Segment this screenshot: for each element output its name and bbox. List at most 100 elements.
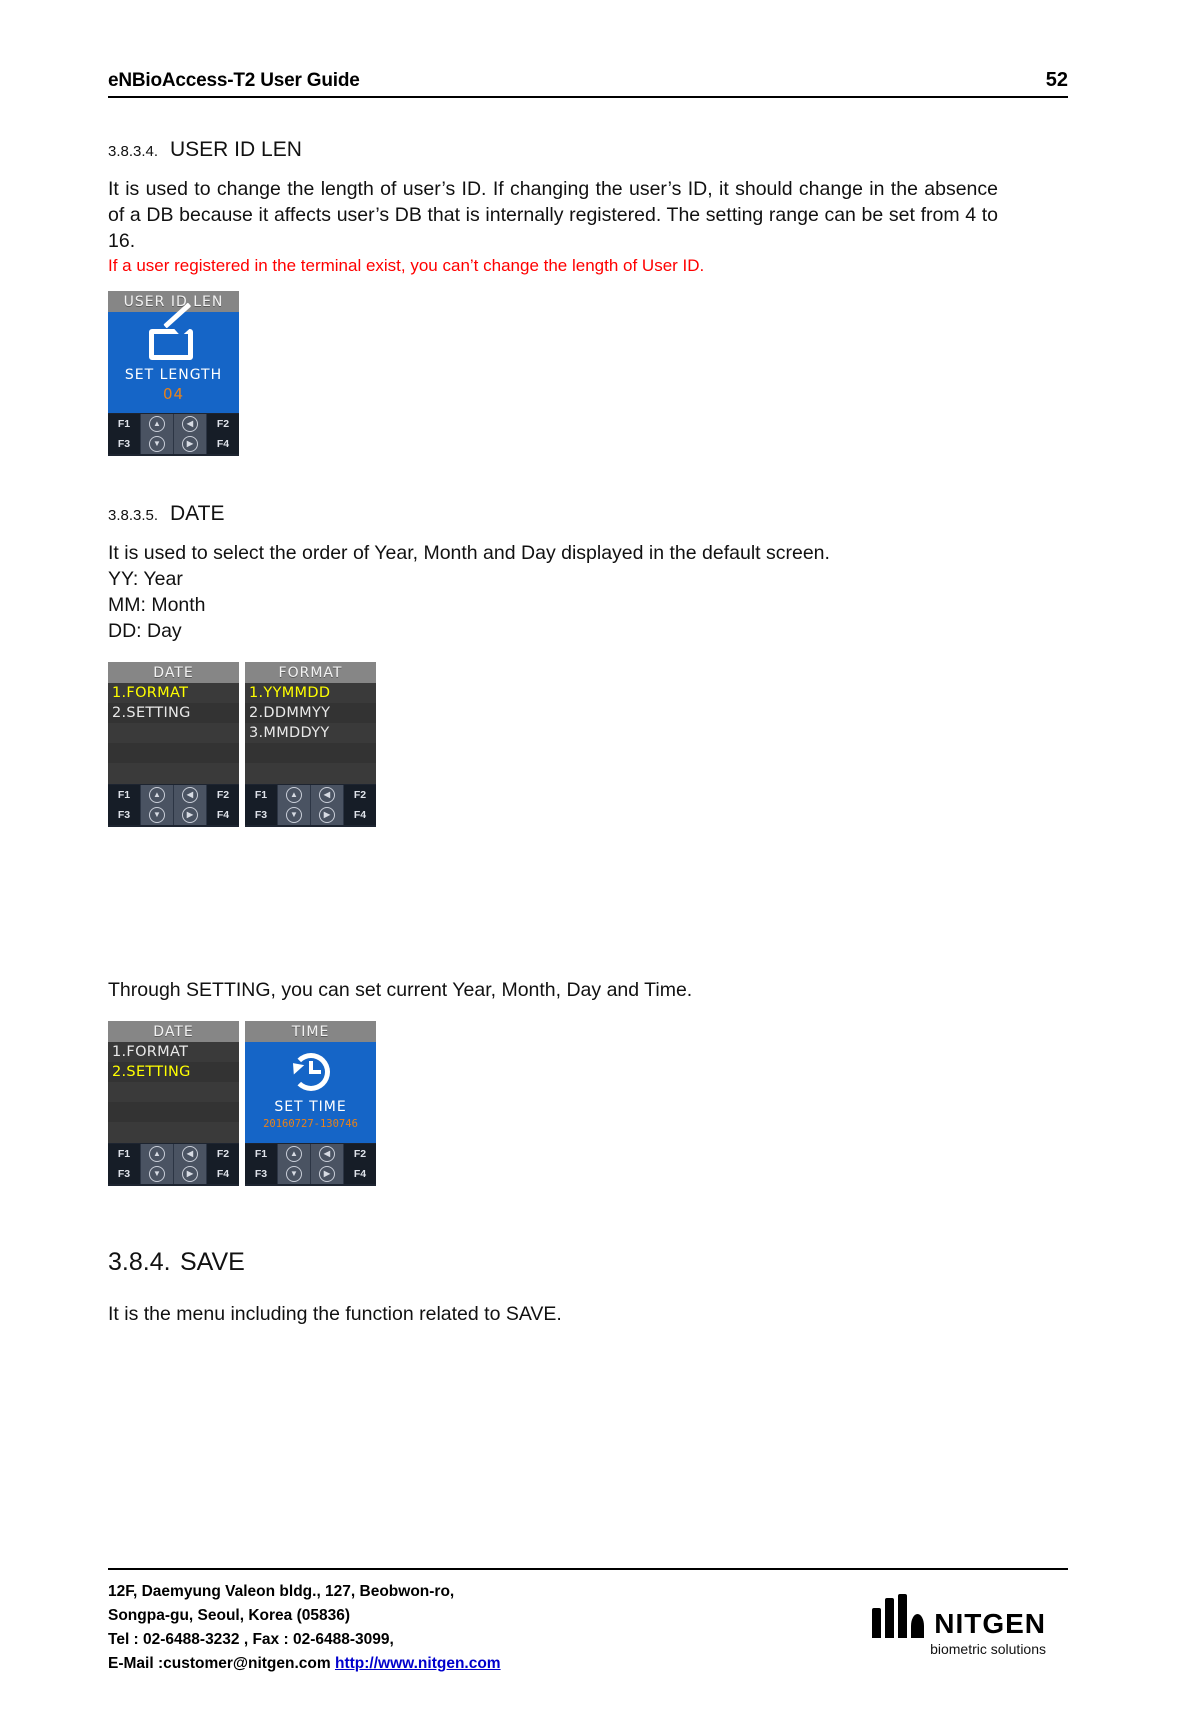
key-f4[interactable]: F4 [207, 434, 239, 454]
device-screen-date-menu-setting: DATE 1.FORMAT 2.SETTING F1 ▲ ◀ F2 F3 ▼ ▶… [108, 1021, 239, 1186]
keypad-row-top: F1 ▲ ◀ F2 [108, 1144, 239, 1164]
device-caption: SET TIME [274, 1099, 347, 1115]
heading-text: SAVE [180, 1248, 245, 1276]
device-screen-time: TIME SET TIME 20160727-130746 F1 ▲ ◀ F2 … [245, 1021, 376, 1186]
menu-item-yymmdd[interactable]: 1.YYMMDD [245, 683, 376, 703]
date-legend: YY: Year MM: Month DD: Day [108, 566, 1068, 644]
key-up-arrow[interactable]: ▲ [141, 414, 174, 434]
device-value: 20160727-130746 [263, 1118, 358, 1130]
document-title: eNBioAccess-T2 User Guide [108, 70, 360, 91]
key-f1[interactable]: F1 [245, 1144, 278, 1164]
footer-website-link[interactable]: http://www.nitgen.com [335, 1655, 501, 1672]
heading-number: 3.8.3.5. [108, 507, 159, 524]
device-body: SET TIME 20160727-130746 [245, 1042, 376, 1143]
warning-user-id-len: If a user registered in the terminal exi… [108, 256, 705, 275]
menu-item-format[interactable]: 1.FORMAT [108, 1042, 239, 1062]
heading-number: 3.8.4. [108, 1248, 171, 1276]
heading-save: 3.8.4. SAVE [108, 1248, 1068, 1277]
legend-dd: DD: Day [108, 620, 182, 642]
key-f3[interactable]: F3 [108, 1164, 141, 1184]
menu-item-setting[interactable]: 2.SETTING [108, 703, 239, 723]
menu-item-empty [245, 763, 376, 783]
page-header: eNBioAccess-T2 User Guide 52 [108, 52, 1068, 98]
key-left-arrow[interactable]: ◀ [174, 414, 207, 434]
key-f3[interactable]: F3 [108, 434, 141, 454]
menu-item-empty [245, 743, 376, 763]
key-f1[interactable]: F1 [108, 1144, 141, 1164]
paragraph-user-id-len: It is used to change the length of user’… [108, 178, 998, 252]
key-right-arrow[interactable]: ▶ [311, 805, 344, 825]
key-right-arrow[interactable]: ▶ [174, 1164, 207, 1184]
device-title: USER ID LEN [108, 291, 239, 312]
key-down-arrow[interactable]: ▼ [278, 1164, 311, 1184]
key-right-arrow[interactable]: ▶ [174, 805, 207, 825]
paragraph-save: It is the menu including the function re… [108, 1303, 562, 1325]
key-up-arrow[interactable]: ▲ [278, 785, 311, 805]
key-left-arrow[interactable]: ◀ [311, 785, 344, 805]
keypad-row-top: F1 ▲ ◀ F2 [245, 1144, 376, 1164]
key-f1[interactable]: F1 [245, 785, 278, 805]
legend-mm: MM: Month [108, 594, 206, 616]
screenshot-group-user-id-len: USER ID LEN SET LENGTH 04 F1 ▲ ◀ F2 F3 ▼… [108, 291, 1068, 456]
menu-item-setting[interactable]: 2.SETTING [108, 1062, 239, 1082]
key-up-arrow[interactable]: ▲ [141, 1144, 174, 1164]
nitgen-mark-icon [872, 1594, 926, 1638]
logo-tagline: biometric solutions [930, 1641, 1046, 1657]
key-f2[interactable]: F2 [207, 414, 239, 434]
paragraph-setting: Through SETTING, you can set current Yea… [108, 979, 693, 1001]
device-body: SET LENGTH 04 [108, 302, 239, 413]
device-value: 04 [162, 385, 185, 403]
heading-date: 3.8.3.5. DATE [108, 502, 1068, 526]
device-body: 1.YYMMDD 2.DDMMYY 3.MMDDYY [245, 683, 376, 784]
key-f2[interactable]: F2 [207, 1144, 239, 1164]
device-keypad[interactable]: F1 ▲ ◀ F2 F3 ▼ ▶ F4 [245, 784, 376, 827]
heading-user-id-len: 3.8.3.4. USER ID LEN [108, 138, 1068, 162]
key-f2[interactable]: F2 [344, 1144, 376, 1164]
key-f3[interactable]: F3 [245, 1164, 278, 1184]
key-f4[interactable]: F4 [344, 805, 376, 825]
menu-item-mmddyy[interactable]: 3.MMDDYY [245, 723, 376, 743]
keypad-row-bottom: F3 ▼ ▶ F4 [108, 1164, 239, 1184]
footer-line-4: E-Mail :customer@nitgen.com http://www.n… [108, 1652, 501, 1676]
device-keypad[interactable]: F1 ▲ ◀ F2 F3 ▼ ▶ F4 [245, 1143, 376, 1186]
menu-item-format[interactable]: 1.FORMAT [108, 683, 239, 703]
key-f4[interactable]: F4 [207, 805, 239, 825]
key-f1[interactable]: F1 [108, 414, 141, 434]
keypad-row-top: F1 ▲ ◀ F2 [245, 785, 376, 805]
footer-address: 12F, Daemyung Valeon bldg., 127, Beobwon… [108, 1580, 501, 1676]
device-screen-date-menu: DATE 1.FORMAT 2.SETTING F1 ▲ ◀ F2 F3 ▼ ▶… [108, 662, 239, 827]
keypad-row-bottom: F3 ▼ ▶ F4 [108, 805, 239, 825]
heading-text: USER ID LEN [170, 138, 302, 161]
key-up-arrow[interactable]: ▲ [278, 1144, 311, 1164]
device-title: FORMAT [245, 662, 376, 683]
key-f3[interactable]: F3 [108, 805, 141, 825]
key-f4[interactable]: F4 [344, 1164, 376, 1184]
key-right-arrow[interactable]: ▶ [311, 1164, 344, 1184]
device-keypad[interactable]: F1 ▲ ◀ F2 F3 ▼ ▶ F4 [108, 413, 239, 456]
keypad-row-bottom: F3 ▼ ▶ F4 [108, 434, 239, 454]
keypad-row-top: F1 ▲ ◀ F2 [108, 785, 239, 805]
device-title: TIME [245, 1021, 376, 1042]
key-f2[interactable]: F2 [344, 785, 376, 805]
key-up-arrow[interactable]: ▲ [141, 785, 174, 805]
key-f3[interactable]: F3 [245, 805, 278, 825]
key-f1[interactable]: F1 [108, 785, 141, 805]
key-down-arrow[interactable]: ▼ [141, 434, 174, 454]
device-keypad[interactable]: F1 ▲ ◀ F2 F3 ▼ ▶ F4 [108, 1143, 239, 1186]
key-f4[interactable]: F4 [207, 1164, 239, 1184]
device-title: DATE [108, 662, 239, 683]
key-left-arrow[interactable]: ◀ [174, 1144, 207, 1164]
key-down-arrow[interactable]: ▼ [141, 805, 174, 825]
key-left-arrow[interactable]: ◀ [311, 1144, 344, 1164]
key-f2[interactable]: F2 [207, 785, 239, 805]
keypad-row-bottom: F3 ▼ ▶ F4 [245, 1164, 376, 1184]
device-keypad[interactable]: F1 ▲ ◀ F2 F3 ▼ ▶ F4 [108, 784, 239, 827]
key-down-arrow[interactable]: ▼ [278, 805, 311, 825]
logo-row: NITGEN [872, 1594, 1046, 1638]
menu-item-ddmmyy[interactable]: 2.DDMMYY [245, 703, 376, 723]
menu-item-empty [108, 1102, 239, 1122]
key-right-arrow[interactable]: ▶ [174, 434, 207, 454]
key-down-arrow[interactable]: ▼ [141, 1164, 174, 1184]
footer-line-1: 12F, Daemyung Valeon bldg., 127, Beobwon… [108, 1583, 455, 1600]
key-left-arrow[interactable]: ◀ [174, 785, 207, 805]
